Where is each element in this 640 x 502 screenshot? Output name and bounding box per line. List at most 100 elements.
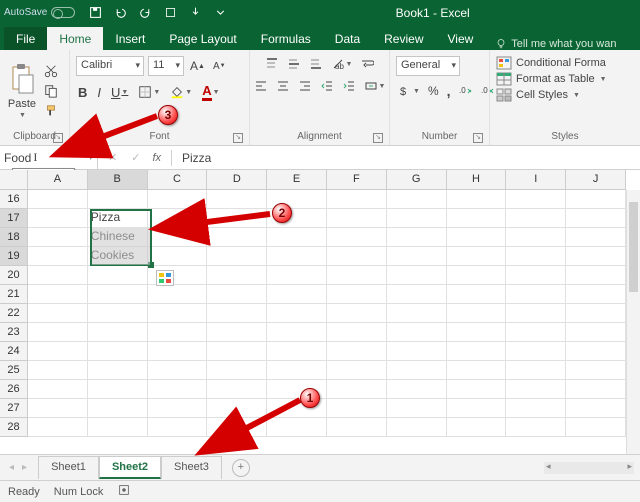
cell[interactable] (28, 399, 88, 418)
cell[interactable] (566, 247, 626, 266)
cell[interactable] (327, 285, 387, 304)
cell[interactable] (28, 361, 88, 380)
column-header[interactable]: I (506, 170, 566, 190)
dialog-launcher-icon[interactable]: ↘ (473, 133, 483, 143)
cell[interactable] (566, 190, 626, 209)
cell[interactable] (447, 228, 507, 247)
cell[interactable] (267, 380, 327, 399)
cell[interactable] (327, 266, 387, 285)
cell[interactable] (506, 247, 566, 266)
autosave-toggle[interactable]: AutoSave (4, 7, 75, 18)
cell[interactable] (447, 247, 507, 266)
cell[interactable] (88, 323, 148, 342)
increase-indent-button[interactable] (340, 78, 358, 94)
row-header[interactable]: 21 (0, 285, 28, 304)
cell[interactable] (327, 190, 387, 209)
cell[interactable]: Pizza (88, 209, 148, 228)
align-middle-button[interactable] (285, 56, 303, 72)
qat-customize-icon[interactable] (212, 5, 229, 20)
cell[interactable] (327, 399, 387, 418)
number-format-select[interactable]: General (396, 56, 460, 76)
align-bottom-button[interactable] (307, 56, 325, 72)
cell[interactable] (506, 399, 566, 418)
cell[interactable] (387, 399, 447, 418)
cell[interactable] (207, 247, 267, 266)
cell[interactable] (207, 418, 267, 437)
cell[interactable] (387, 228, 447, 247)
sheet-tab[interactable]: Sheet3 (161, 456, 222, 479)
cell[interactable]: Cookies (88, 247, 148, 266)
cell[interactable] (207, 190, 267, 209)
dialog-launcher-icon[interactable]: ↘ (373, 133, 383, 143)
row-header[interactable]: 16 (0, 190, 28, 209)
cell[interactable] (267, 361, 327, 380)
cell[interactable] (148, 342, 208, 361)
column-header[interactable]: J (566, 170, 626, 190)
copy-button[interactable] (42, 83, 60, 99)
cell[interactable] (566, 418, 626, 437)
cell[interactable] (387, 285, 447, 304)
row-header[interactable]: 19 (0, 247, 28, 266)
cell[interactable] (88, 266, 148, 285)
cell[interactable] (447, 266, 507, 285)
cell[interactable] (88, 285, 148, 304)
undo-icon[interactable] (112, 5, 129, 20)
row-headers[interactable]: 16171819202122232425262728 (0, 190, 28, 437)
cell[interactable] (447, 209, 507, 228)
row-header[interactable]: 17 (0, 209, 28, 228)
align-center-button[interactable] (274, 78, 292, 94)
cell[interactable] (327, 361, 387, 380)
save-icon[interactable] (87, 5, 104, 20)
cell[interactable] (506, 418, 566, 437)
cell[interactable] (148, 285, 208, 304)
cell[interactable] (267, 285, 327, 304)
cell[interactable] (28, 228, 88, 247)
redo-icon[interactable] (137, 5, 154, 20)
sheet-tab[interactable]: Sheet1 (38, 456, 99, 479)
cell[interactable] (28, 304, 88, 323)
row-header[interactable]: 20 (0, 266, 28, 285)
row-header[interactable]: 18 (0, 228, 28, 247)
cell[interactable] (506, 323, 566, 342)
cell[interactable] (28, 209, 88, 228)
macro-record-icon[interactable] (117, 483, 131, 500)
cell[interactable] (387, 342, 447, 361)
cell[interactable] (28, 266, 88, 285)
cell[interactable] (506, 380, 566, 399)
cell[interactable] (28, 247, 88, 266)
font-name-select[interactable]: Calibri (76, 56, 144, 76)
cell[interactable] (88, 399, 148, 418)
orientation-button[interactable]: ab▼ (329, 56, 355, 72)
align-left-button[interactable] (252, 78, 270, 94)
conditional-formatting-button[interactable]: Conditional Forma (496, 56, 606, 70)
cell[interactable] (267, 342, 327, 361)
currency-button[interactable]: $▼ (396, 83, 422, 99)
cell[interactable] (387, 190, 447, 209)
cell[interactable] (148, 228, 208, 247)
cell[interactable] (148, 323, 208, 342)
cancel-icon[interactable]: ✕ (106, 150, 119, 165)
align-right-button[interactable] (296, 78, 314, 94)
cell[interactable] (148, 399, 208, 418)
cell[interactable] (387, 323, 447, 342)
cell[interactable] (327, 304, 387, 323)
cell[interactable] (207, 209, 267, 228)
column-header[interactable]: G (387, 170, 447, 190)
select-all-corner[interactable] (0, 170, 28, 190)
chevron-down-icon[interactable]: ▼ (19, 112, 26, 119)
cell[interactable] (148, 209, 208, 228)
cells-area[interactable]: PizzaChineseCookies (28, 190, 626, 454)
column-header[interactable]: E (267, 170, 327, 190)
cell[interactable] (148, 361, 208, 380)
cell[interactable] (28, 285, 88, 304)
cell[interactable] (387, 304, 447, 323)
cell[interactable] (88, 418, 148, 437)
qat-touch-icon[interactable] (187, 5, 204, 20)
merge-center-button[interactable]: ▼ (362, 78, 388, 94)
cell[interactable] (447, 190, 507, 209)
cell[interactable] (447, 285, 507, 304)
formula-bar[interactable]: ✕ ✓ fx Pizza (98, 150, 640, 166)
column-header[interactable]: F (327, 170, 387, 190)
sheet-next-icon[interactable]: ▸ (19, 460, 30, 475)
row-header[interactable]: 28 (0, 418, 28, 437)
